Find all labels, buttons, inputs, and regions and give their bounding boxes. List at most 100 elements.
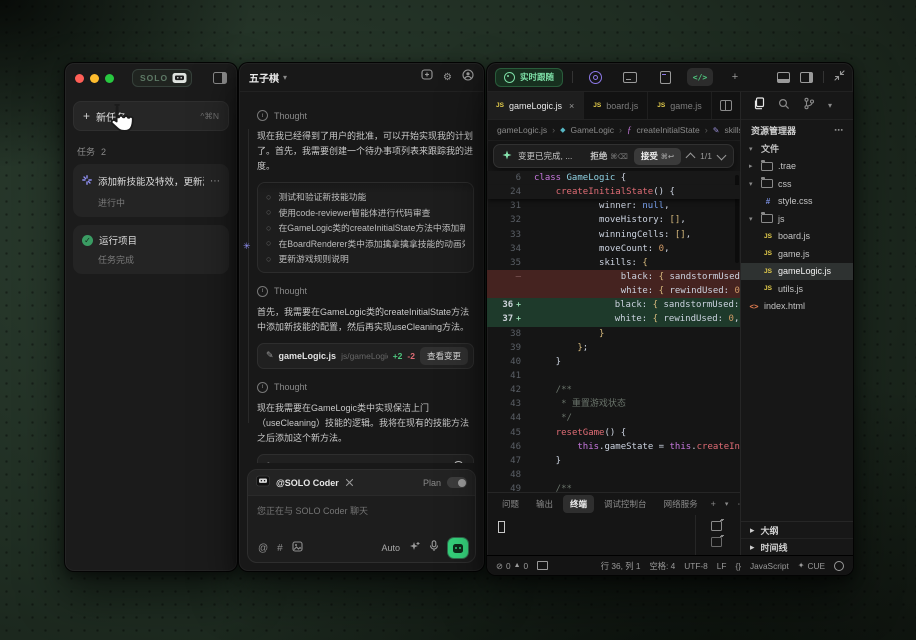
chevron-down-icon[interactable]: ▾	[828, 101, 832, 110]
language-mode[interactable]: JavaScript	[750, 561, 789, 571]
panel-tab-debug[interactable]: 调试控制台	[597, 495, 654, 513]
tree-folder-css[interactable]: ▾ css	[741, 175, 853, 193]
terminal-action-icon[interactable]	[711, 537, 722, 547]
close-window-button[interactable]	[75, 74, 84, 83]
scissors-icon[interactable]	[345, 474, 354, 492]
split-editor-icon[interactable]	[720, 100, 732, 111]
toggle-bottom-panel-icon[interactable]	[777, 72, 790, 83]
tree-file-index-html[interactable]: <> index.html	[741, 298, 853, 316]
files-icon[interactable]	[753, 97, 765, 115]
panel-tab-output[interactable]: 输出	[529, 495, 560, 513]
new-chat-icon[interactable]	[421, 68, 433, 86]
source-control-branch-icon[interactable]	[803, 97, 815, 115]
breadcrumb-class[interactable]: GameLogic	[570, 125, 613, 135]
code-view-icon[interactable]: </>	[687, 68, 713, 86]
toggle-right-panel-icon[interactable]	[800, 72, 813, 83]
timeline-section[interactable]: ▸ 时间线	[741, 539, 853, 555]
problems-status[interactable]: ⊘ 0 ▲ 0	[496, 561, 528, 571]
breadcrumb[interactable]: gameLogic.js › ◆ GameLogic › ƒ createIni…	[487, 120, 740, 141]
mention-at-icon[interactable]: @	[258, 543, 268, 554]
model-auto-label[interactable]: Auto	[381, 543, 400, 553]
live-follow-button[interactable]: 实时跟随	[495, 68, 563, 87]
new-task-button[interactable]: + 新任务 ^⌘N	[73, 101, 229, 131]
running-star-icon: ✳	[243, 241, 251, 252]
settings-gear-icon[interactable]: ⚙	[443, 72, 452, 83]
breadcrumb-file[interactable]: gameLogic.js	[497, 125, 547, 135]
chat-input-field[interactable]	[248, 496, 466, 530]
next-change-icon[interactable]	[717, 150, 727, 160]
app-preview-icon[interactable]	[617, 68, 643, 86]
chevron-down-icon[interactable]: ▾	[283, 73, 287, 82]
chat-input-card[interactable]: @SOLO Coder Plan @ # Auto	[247, 469, 476, 563]
chevron-down-icon: ▾	[749, 215, 756, 223]
panel-tab-network[interactable]: 网络服务	[657, 495, 705, 513]
tab-game[interactable]: JS game.js	[648, 92, 711, 119]
microphone-icon[interactable]	[429, 539, 439, 557]
tab-board[interactable]: JS board.js	[584, 92, 648, 119]
tab-gamelogic[interactable]: JS gameLogic.js ×	[487, 92, 584, 119]
editor-column: JS gameLogic.js × JS board.js JS game.js	[487, 92, 741, 555]
eol-setting[interactable]: LF	[717, 561, 727, 571]
new-terminal-icon[interactable]: +	[708, 499, 719, 509]
thought-icon: i	[257, 110, 268, 121]
collapse-panel-icon[interactable]	[213, 72, 227, 84]
send-button[interactable]	[448, 538, 468, 558]
tree-folder-trae[interactable]: ▸ .trae	[741, 158, 853, 176]
tree-file-style-css[interactable]: # style.css	[741, 193, 853, 211]
panel-tab-terminal[interactable]: 终端	[563, 495, 594, 513]
cursor-position[interactable]: 行 36, 列 1	[601, 560, 641, 572]
panel-tab-problems[interactable]: 问题	[495, 495, 526, 513]
tree-file-utils-js[interactable]: JS utils.js	[741, 280, 853, 298]
cue-feature[interactable]: ✦ CUE	[798, 561, 825, 571]
add-view-icon[interactable]: +	[722, 68, 748, 86]
tree-section-files[interactable]: ▾ 文件	[741, 140, 853, 158]
split-terminal-icon[interactable]	[711, 521, 722, 531]
tree-folder-js[interactable]: ▾ js	[741, 210, 853, 228]
file-change-chip[interactable]: ✎ gameLogic.js js/gameLogic.js +2 -2 查看变…	[257, 343, 474, 369]
task-item-running[interactable]: 添加新技能及特效，更新游... ⋯ 进行中	[73, 164, 229, 217]
terminal-dropdown-icon[interactable]: ▾	[722, 500, 732, 508]
attach-image-icon[interactable]	[292, 539, 303, 557]
notifications-icon[interactable]	[834, 561, 844, 571]
reject-changes-button[interactable]: 拒绝⌘⌫	[590, 150, 628, 162]
solo-mode-badge[interactable]: SOLO	[132, 69, 192, 87]
tree-file-board-js[interactable]: JS board.js	[741, 228, 853, 246]
search-icon[interactable]	[778, 97, 790, 115]
terminal-area[interactable]	[487, 515, 740, 555]
plan-toggle[interactable]	[447, 477, 467, 488]
zoom-window-button[interactable]	[105, 74, 114, 83]
document-view-icon[interactable]	[652, 68, 678, 86]
chat-title[interactable]: 五子棋	[249, 70, 279, 85]
accept-changes-button[interactable]: 接受⌘↩	[634, 148, 681, 165]
encoding[interactable]: UTF-8	[684, 561, 708, 571]
todo-list-card[interactable]: ○ 测试和验证新技能功能 ○ 使用code-reviewer智能体进行代码审查 …	[257, 182, 474, 273]
tree-file-game-js[interactable]: JS game.js	[741, 245, 853, 263]
tree-file-gamelogic-js[interactable]: JS gameLogic.js	[741, 263, 853, 281]
code-line: 42 /**	[487, 383, 740, 397]
account-icon[interactable]	[462, 68, 474, 86]
breadcrumb-method[interactable]: createInitialState	[636, 125, 699, 135]
breadcrumb-property[interactable]: skills	[724, 125, 740, 135]
indentation-setting[interactable]: 空格: 4	[649, 560, 675, 572]
chat-message-area[interactable]: ✳ i Thought 现在我已经得到了用户的批准，可以开始实现我的计划了。首先…	[239, 91, 484, 463]
outline-section[interactable]: ▸ 大纲	[741, 522, 853, 539]
task-status: 任务完成	[98, 253, 220, 266]
file-editing-chip[interactable]: ✎ gameLogic.js js/gameLogic.js	[257, 454, 474, 464]
outline-label: 大纲	[761, 524, 779, 537]
view-changes-button[interactable]: 查看变更	[420, 347, 468, 365]
task-item-done[interactable]: ✓ 运行项目 任务完成	[73, 225, 229, 274]
agent-view-icon[interactable]	[582, 68, 608, 86]
close-tab-icon[interactable]: ×	[569, 101, 574, 111]
explorer-more-icon[interactable]: ⋯	[834, 125, 843, 136]
chevron-right-icon: ▸	[750, 525, 755, 536]
collapse-window-icon[interactable]	[834, 68, 845, 86]
thought-label-row: i Thought	[257, 110, 474, 121]
context-hash-icon[interactable]: #	[277, 543, 283, 554]
previous-change-icon[interactable]	[686, 153, 696, 163]
task-menu-icon[interactable]: ⋯	[210, 176, 220, 187]
remote-screen-icon[interactable]	[537, 561, 548, 570]
code-editor[interactable]: 6class GameLogic {24 createInitialState(…	[487, 171, 740, 492]
minimize-window-button[interactable]	[90, 74, 99, 83]
agent-mention[interactable]: @SOLO Coder	[276, 478, 339, 488]
sparkle-icon[interactable]	[409, 539, 420, 557]
